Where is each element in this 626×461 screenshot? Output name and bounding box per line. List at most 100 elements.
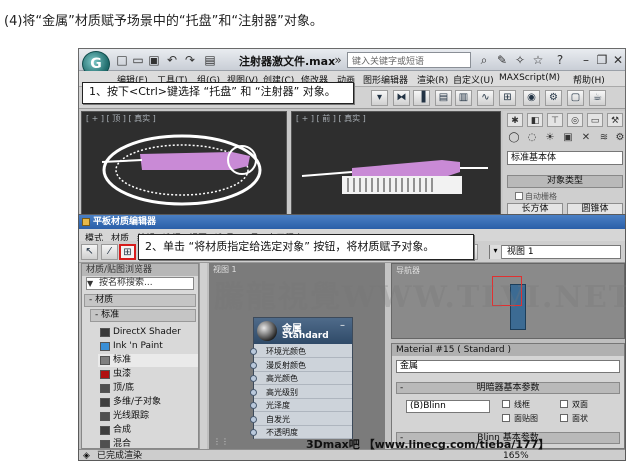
chevron-down-icon[interactable]: ▾ [490, 245, 502, 259]
display-tab-icon[interactable]: ▭ [587, 113, 603, 127]
slot-socket-icon[interactable] [250, 415, 257, 423]
redo-icon[interactable]: ↷ [183, 53, 197, 67]
render-teapot-icon[interactable]: ☕ [589, 90, 606, 106]
slot-socket-icon[interactable] [250, 429, 257, 436]
slot-socket-icon[interactable] [250, 402, 257, 409]
material-list-item[interactable]: 合成 [98, 424, 198, 437]
material-list-item[interactable]: Ink 'n Paint [98, 340, 198, 353]
material-list-item[interactable]: 多维/子对象 [98, 396, 198, 409]
search-options-icon[interactable]: ▼ [87, 279, 93, 288]
view-select-dropdown[interactable]: 视图 1 [489, 245, 621, 259]
face-map-checkbox[interactable] [502, 414, 510, 422]
node-slot[interactable]: 自发光 [250, 413, 352, 426]
node-slot[interactable]: 漫反射颜色 [250, 359, 352, 372]
save-file-icon[interactable]: ▣ [147, 53, 161, 67]
browser-search-input[interactable]: 按名称搜索... [86, 277, 194, 290]
binoculars-icon[interactable]: ⌕ [477, 53, 491, 67]
restore-icon[interactable]: ❐ [595, 53, 609, 67]
category-materials[interactable]: - 材质 [84, 294, 196, 307]
motion-tab-icon[interactable]: ◎ [567, 113, 583, 127]
viewport-top[interactable]: [ + ] [ 顶 ] [ 真实 ] [81, 111, 287, 215]
step-caption: (4)将“金属”材质赋予场景中的“托盘”和“注射器”对象。 [4, 14, 323, 29]
slot-socket-icon[interactable] [250, 388, 257, 396]
curve-editor-icon[interactable]: ∿ [477, 90, 494, 106]
schematic-view-icon[interactable]: ⊞ [499, 90, 516, 106]
minimize-icon[interactable]: – [579, 53, 593, 67]
parameter-title: Material #15 ( Standard ) [392, 344, 624, 356]
rendered-frame-icon[interactable]: ▢ [567, 90, 584, 106]
menu-customize[interactable]: 自定义(U) [453, 73, 494, 86]
material-list-item[interactable]: 光线跟踪 [98, 410, 198, 423]
shader-basic-rollout[interactable]: - 明暗器基本参数 [396, 382, 620, 394]
material-sphere-icon [257, 321, 277, 341]
favorites-star-icon[interactable]: ☆ [531, 53, 545, 67]
undo-icon[interactable]: ↶ [165, 53, 179, 67]
two-sided-checkbox[interactable] [560, 400, 568, 408]
systems-icon[interactable]: ⚙ [613, 131, 625, 145]
mirror-icon[interactable]: ⧓ [393, 90, 410, 106]
cameras-icon[interactable]: ▣ [561, 131, 575, 145]
project-folder-icon[interactable]: ▤ [203, 53, 217, 67]
object-type-rollout[interactable]: 对象类型 [507, 175, 623, 188]
utilities-tab-icon[interactable]: ⚒ [607, 113, 623, 127]
material-editor-icon[interactable]: ◉ [523, 90, 540, 106]
open-file-icon[interactable]: ▭ [131, 53, 145, 67]
helpers-icon[interactable]: ✕ [579, 131, 593, 145]
create-tab-icon[interactable]: ✱ [507, 113, 523, 127]
autogrid-checkbox[interactable] [515, 192, 523, 200]
slot-socket-icon[interactable] [250, 361, 257, 369]
object-category-dropdown[interactable]: 标准基本体 [507, 151, 623, 165]
select-arrow-icon[interactable]: ↖ [81, 244, 98, 260]
category-standard[interactable]: - 标准 [90, 309, 196, 322]
material-list-item[interactable]: 顶/底 [98, 382, 198, 395]
new-file-icon[interactable]: □ [115, 53, 129, 67]
shapes-icon[interactable]: ◌ [525, 131, 539, 145]
search-input[interactable]: 键入关键字或短语 [347, 52, 471, 68]
assign-material-to-selection-button[interactable]: ⊞ [119, 244, 136, 260]
material-node[interactable]: 金属 Standard – 环境光颜色 漫反射颜色 高光颜色 高光级别 光泽度 自发光 不透… [250, 317, 353, 439]
close-icon[interactable]: ✕ [611, 53, 625, 67]
pick-material-icon[interactable]: ⁄ [101, 244, 118, 260]
modify-tab-icon[interactable]: ◧ [527, 113, 543, 127]
menu-maxscript[interactable]: MAXScript(M) [499, 73, 560, 83]
material-list-item[interactable]: DirectX Shader [98, 326, 198, 339]
node-slot[interactable]: 环境光颜色 [250, 345, 352, 358]
shader-type-dropdown[interactable]: (B)Blinn [406, 400, 490, 413]
browser-scrollbar[interactable] [199, 263, 207, 449]
space-warps-icon[interactable]: ≋ [597, 131, 611, 145]
hierarchy-tab-icon[interactable]: ⊤ [547, 113, 563, 127]
menu-help[interactable]: 帮助(H) [573, 73, 605, 86]
layer-manager-icon[interactable]: ▤ [435, 90, 452, 106]
lights-icon[interactable]: ☀ [543, 131, 557, 145]
node-header[interactable]: 金属 Standard – [254, 318, 352, 344]
slot-label: 漫反射颜色 [266, 360, 306, 370]
chevron-right-icon[interactable]: » [331, 53, 345, 67]
dots-icon: ⋮⋮ [213, 437, 229, 446]
menu-graph-editors[interactable]: 图形编辑器 [363, 73, 408, 86]
communication-icon[interactable]: ✧ [513, 53, 527, 67]
collapse-icon[interactable]: – [340, 320, 345, 331]
dropdown-arrow-icon[interactable]: ▾ [371, 90, 388, 106]
slot-socket-icon[interactable] [250, 375, 257, 382]
node-slot[interactable]: 光泽度 [250, 399, 352, 412]
wire-checkbox[interactable] [502, 400, 510, 408]
menu-rendering[interactable]: 渲染(R) [417, 73, 448, 86]
align-icon[interactable]: ▐ [413, 90, 430, 106]
help-icon[interactable]: ? [553, 53, 567, 67]
viewport-front[interactable]: [ + ] [ 前 ] [ 真实 ] [291, 111, 501, 215]
render-setup-icon[interactable]: ⚙ [545, 90, 562, 106]
material-list-item[interactable]: 混合 [98, 438, 198, 448]
material-list-item[interactable]: 标准 [98, 354, 198, 367]
geometry-icon[interactable]: ◯ [507, 131, 521, 145]
slot-socket-icon[interactable] [250, 348, 257, 355]
syringe-body [352, 160, 460, 178]
ribbon-icon[interactable]: ▥ [455, 90, 472, 106]
subscription-icon[interactable]: ✎ [495, 53, 509, 67]
node-slot[interactable]: 高光颜色 [250, 372, 352, 385]
step2-callout: 2、单击 “将材质指定给选定对象” 按钮，将材质赋予对象。 [138, 234, 474, 260]
node-slot[interactable]: 高光级别 [250, 386, 352, 399]
material-list-item[interactable]: 虫漆 [98, 368, 198, 381]
faceted-checkbox[interactable] [560, 414, 568, 422]
material-name-field[interactable]: 金属 [396, 360, 620, 373]
faceted-label: 面状 [572, 414, 588, 423]
